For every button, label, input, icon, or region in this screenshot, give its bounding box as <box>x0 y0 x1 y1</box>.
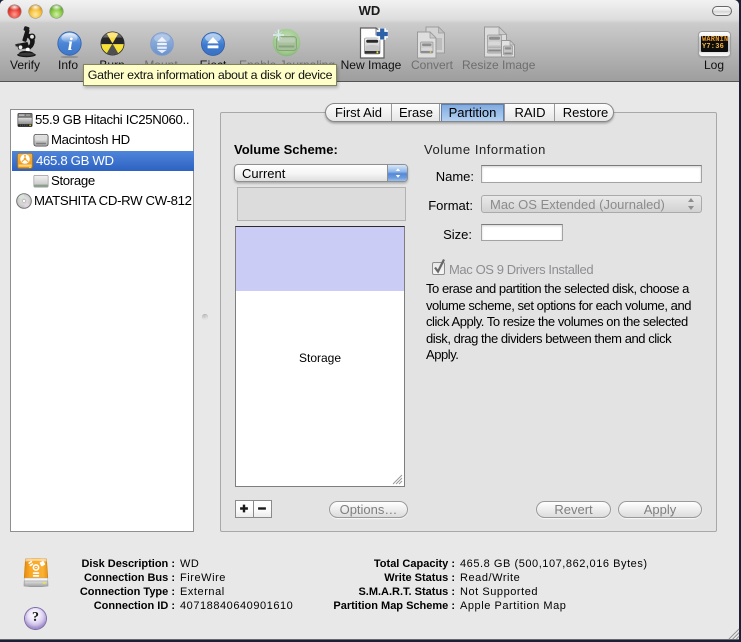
svg-text:i: i <box>68 34 73 54</box>
